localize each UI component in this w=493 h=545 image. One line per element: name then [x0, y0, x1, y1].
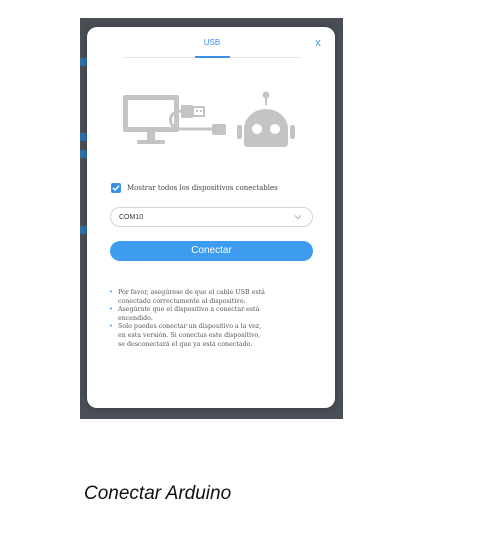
figure-caption: Conectar Arduino: [84, 483, 232, 504]
note-line: se desconectará el que ya está conectado…: [118, 340, 253, 348]
chevron-down-icon: [294, 215, 302, 220]
note-line: encendido.: [118, 314, 153, 322]
port-select[interactable]: COM10: [110, 207, 313, 227]
show-all-devices-checkbox[interactable]: [111, 183, 121, 193]
show-all-devices-label: Mostrar todos los dispositivos conectabl…: [127, 184, 278, 192]
note-item: • Por favor, asegúrese de que el cable U…: [109, 289, 321, 306]
note-line: conectado correctamente al dispositivo.: [118, 297, 246, 305]
tab-usb[interactable]: USB: [192, 38, 232, 47]
bullet-icon: •: [109, 306, 113, 314]
note-item: • Asegúrate que el dispositivo a conecta…: [109, 306, 321, 323]
note-line: en esta versión. Si conectas este dispos…: [118, 331, 261, 339]
port-select-value: COM10: [119, 213, 144, 221]
bullet-icon: •: [109, 323, 113, 331]
bullet-icon: •: [109, 289, 113, 296]
connect-button[interactable]: Conectar: [110, 241, 313, 261]
note-line: Por favor, asegúrese de que el cable USB…: [118, 289, 265, 296]
screenshot-frame: USB x Mostrar todos los dispositivos con…: [80, 18, 343, 419]
robot-icon: [237, 91, 295, 147]
connect-device-dialog: USB x Mostrar todos los dispositivos con…: [87, 27, 335, 408]
show-all-devices-option[interactable]: Mostrar todos los dispositivos conectabl…: [111, 182, 278, 194]
usb-connection-illustration: [123, 91, 295, 147]
connection-notes: • Por favor, asegúrese de que el cable U…: [109, 289, 321, 349]
active-tab-indicator: [195, 56, 230, 58]
checkmark-icon: [112, 185, 120, 191]
note-item: • Solo puedes conectar un dispositivo a …: [109, 323, 321, 349]
note-line: Asegúrate que el dispositivo a conectar …: [118, 306, 260, 314]
close-button[interactable]: x: [312, 37, 324, 49]
note-line: Solo puedes conectar un dispositivo a la…: [118, 323, 262, 331]
